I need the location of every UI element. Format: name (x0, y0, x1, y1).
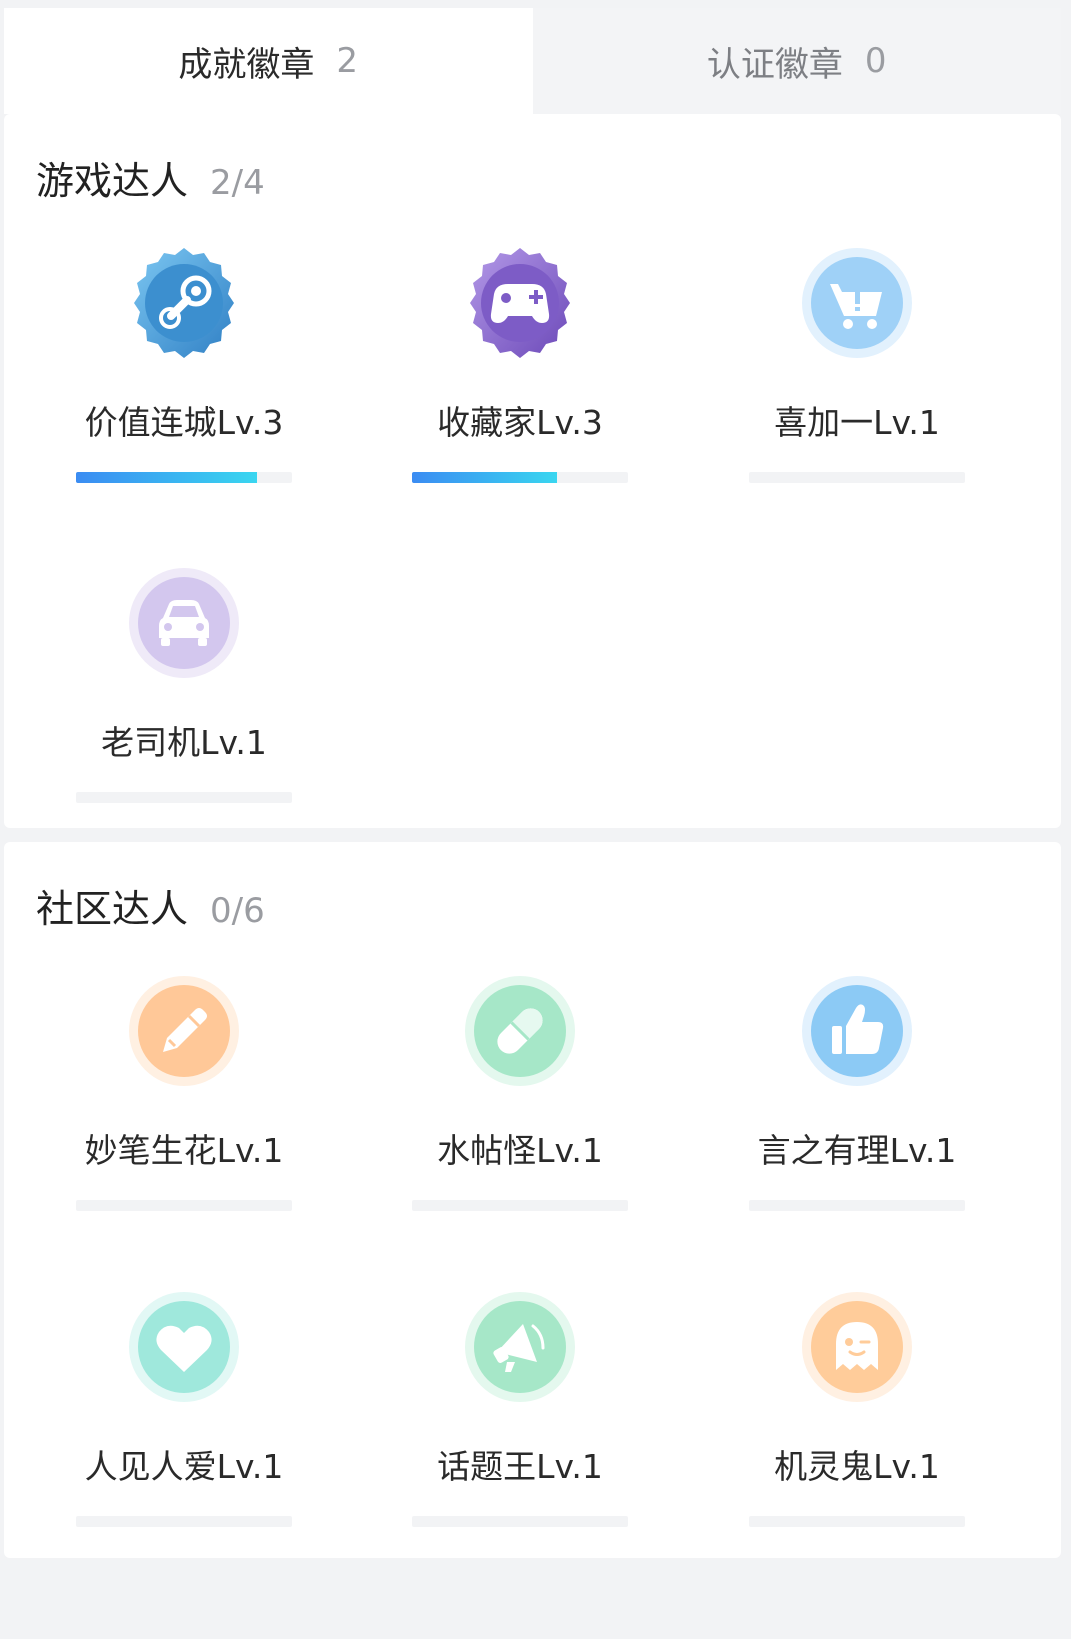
badge-progress-fill (412, 472, 557, 483)
badge-label: 言之有理Lv.1 (757, 1131, 957, 1170)
tab-certification-badges[interactable]: 认证徽章 0 (532, 8, 1061, 114)
section-title: 游戏达人 (36, 159, 189, 203)
badge-item-cart[interactable]: 喜加一Lv.1 (749, 246, 965, 526)
badge-progress-bar (749, 1516, 965, 1527)
badge-label: 水帖怪Lv.1 (437, 1131, 603, 1170)
badge-label: 人见人爱Lv.1 (84, 1447, 284, 1486)
badge-progress-fill (76, 472, 258, 483)
car-icon (127, 566, 241, 680)
section-community-master: 社区达人 0/6 妙笔生花Lv.1 水帖怪Lv.1 言之有理Lv.1 人见人爱L… (4, 842, 1061, 1558)
badge-progress-bar (76, 792, 292, 803)
badge-item-megaphone[interactable]: 话题王Lv.1 (412, 1290, 628, 1570)
megaphone-icon (463, 1290, 577, 1404)
badge-label: 喜加一Lv.1 (774, 403, 940, 442)
badge-label: 机灵鬼Lv.1 (774, 1447, 940, 1486)
badge-tabs: 成就徽章 2 认证徽章 0 (4, 8, 1061, 114)
tab-label: 认证徽章 (706, 44, 843, 85)
badge-progress-bar (412, 472, 628, 483)
heart-icon (127, 1290, 241, 1404)
tab-count: 0 (864, 41, 887, 81)
badge-label: 话题王Lv.1 (437, 1447, 603, 1486)
section-progress: 2/4 (210, 163, 265, 203)
badge-progress-bar (749, 472, 965, 483)
badge-progress-bar (76, 472, 292, 483)
section-header: 社区达人 0/6 (36, 878, 265, 933)
badge-progress-bar (749, 1200, 965, 1211)
shopping-cart-icon (800, 246, 914, 360)
badge-progress-bar (412, 1200, 628, 1211)
badge-item-pill[interactable]: 水帖怪Lv.1 (412, 974, 628, 1254)
badge-item-steam[interactable]: 价值连城Lv.3 (76, 246, 292, 526)
badge-label: 老司机Lv.1 (101, 723, 267, 762)
section-progress: 0/6 (210, 891, 265, 931)
tab-count: 2 (336, 41, 359, 81)
badge-label: 妙笔生花Lv.1 (84, 1131, 284, 1170)
tab-achievement-badges[interactable]: 成就徽章 2 (4, 8, 533, 114)
tab-label: 成就徽章 (178, 44, 315, 85)
section-header: 游戏达人 2/4 (36, 150, 265, 205)
ghost-icon (800, 1290, 914, 1404)
badge-progress-bar (76, 1200, 292, 1211)
badge-item-heart[interactable]: 人见人爱Lv.1 (76, 1290, 292, 1570)
badge-label: 价值连城Lv.3 (84, 403, 284, 442)
badge-progress-bar (412, 1516, 628, 1527)
gamepad-icon (463, 246, 577, 360)
badge-item-thumbs-up[interactable]: 言之有理Lv.1 (749, 974, 965, 1254)
badge-item-collector[interactable]: 收藏家Lv.3 (412, 246, 628, 526)
steam-icon (127, 246, 241, 360)
section-game-master: 游戏达人 2/4 价值连城Lv.3 收藏家Lv.3 喜加一Lv.1 老司机Lv.… (4, 114, 1061, 828)
badge-item-car[interactable]: 老司机Lv.1 (76, 566, 292, 846)
pencil-icon (127, 974, 241, 1088)
badge-label: 收藏家Lv.3 (437, 403, 603, 442)
section-title: 社区达人 (36, 887, 189, 931)
badge-item-ghost[interactable]: 机灵鬼Lv.1 (749, 1290, 965, 1570)
thumbs-up-icon (800, 974, 914, 1088)
badge-item-pencil[interactable]: 妙笔生花Lv.1 (76, 974, 292, 1254)
badge-progress-bar (76, 1516, 292, 1527)
pill-icon (463, 974, 577, 1088)
